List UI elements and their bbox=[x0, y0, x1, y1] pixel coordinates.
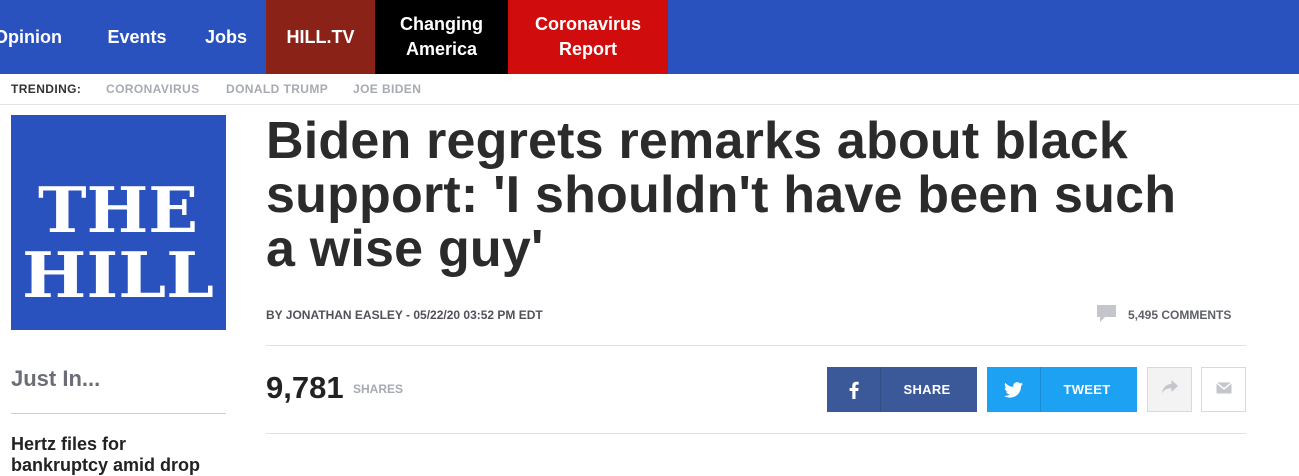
mail-icon bbox=[1215, 381, 1232, 399]
comments-label: COMMENTS bbox=[1161, 308, 1232, 322]
logo-line1: THE bbox=[38, 173, 198, 247]
the-hill-logo[interactable]: THE HILL bbox=[11, 115, 226, 330]
divider bbox=[266, 433, 1246, 434]
story-line1: Hertz files for bbox=[11, 434, 127, 454]
shares-count: 9,781 bbox=[266, 370, 344, 405]
trending-label: TRENDING: bbox=[11, 82, 82, 96]
comments-count: 5,495 bbox=[1128, 308, 1159, 322]
logo-line2: HILL bbox=[22, 238, 214, 312]
story-line2: bankruptcy amid drop bbox=[11, 455, 201, 475]
nav-opinion[interactable]: Opinion bbox=[0, 0, 74, 74]
nav-corona-line1: Coronavirus bbox=[534, 14, 642, 34]
nav-jobs[interactable]: Jobs bbox=[196, 0, 256, 74]
just-in-heading: Just In... bbox=[11, 366, 101, 391]
trending-coronavirus[interactable]: CORONAVIRUS bbox=[106, 82, 200, 96]
divider bbox=[266, 345, 1246, 346]
comments-link[interactable]: 5,495 COMMENTS bbox=[1097, 305, 1231, 325]
nav-events[interactable]: Events bbox=[96, 0, 178, 74]
facebook-icon bbox=[827, 367, 881, 412]
facebook-share-button[interactable]: SHARE bbox=[827, 367, 977, 412]
tweet-button-label: TWEET bbox=[1063, 382, 1111, 397]
article-byline: BY JONATHAN EASLEY - 05/22/20 03:52 PM E… bbox=[266, 308, 543, 322]
article-headline: Biden regrets remarks about black suppor… bbox=[266, 114, 1276, 276]
nav-changing-america[interactable]: Changing America bbox=[375, 0, 508, 74]
twitter-icon bbox=[987, 367, 1041, 412]
shares-label: SHARES bbox=[353, 382, 404, 396]
divider bbox=[11, 413, 226, 414]
comment-icon bbox=[1097, 305, 1116, 325]
just-in-story-link[interactable]: Hertz files for bankruptcy amid drop bbox=[11, 434, 226, 476]
trending-donald-trump[interactable]: DONALD TRUMP bbox=[226, 82, 328, 96]
share-button-label: SHARE bbox=[903, 382, 951, 397]
headline-line2: support: 'I shouldn't have been such bbox=[266, 166, 1177, 224]
top-navigation: Opinion Events Jobs HILL.TV Changing Ame… bbox=[0, 0, 1299, 74]
headline-line1: Biden regrets remarks about black bbox=[266, 112, 1129, 170]
nav-corona-line2: Report bbox=[559, 39, 617, 59]
headline-line3: a wise guy' bbox=[266, 220, 544, 278]
nav-coronavirus-report[interactable]: Coronavirus Report bbox=[508, 0, 668, 74]
nav-hilltv[interactable]: HILL.TV bbox=[266, 0, 375, 74]
forward-icon bbox=[1161, 380, 1178, 399]
forward-button[interactable] bbox=[1147, 367, 1192, 412]
twitter-tweet-button[interactable]: TWEET bbox=[987, 367, 1137, 412]
nav-changing-line1: Changing bbox=[400, 14, 483, 34]
nav-changing-line2: America bbox=[405, 39, 478, 59]
trending-bar: TRENDING: CORONAVIRUS DONALD TRUMP JOE B… bbox=[0, 74, 1299, 105]
trending-joe-biden[interactable]: JOE BIDEN bbox=[353, 82, 421, 96]
email-button[interactable] bbox=[1201, 367, 1246, 412]
